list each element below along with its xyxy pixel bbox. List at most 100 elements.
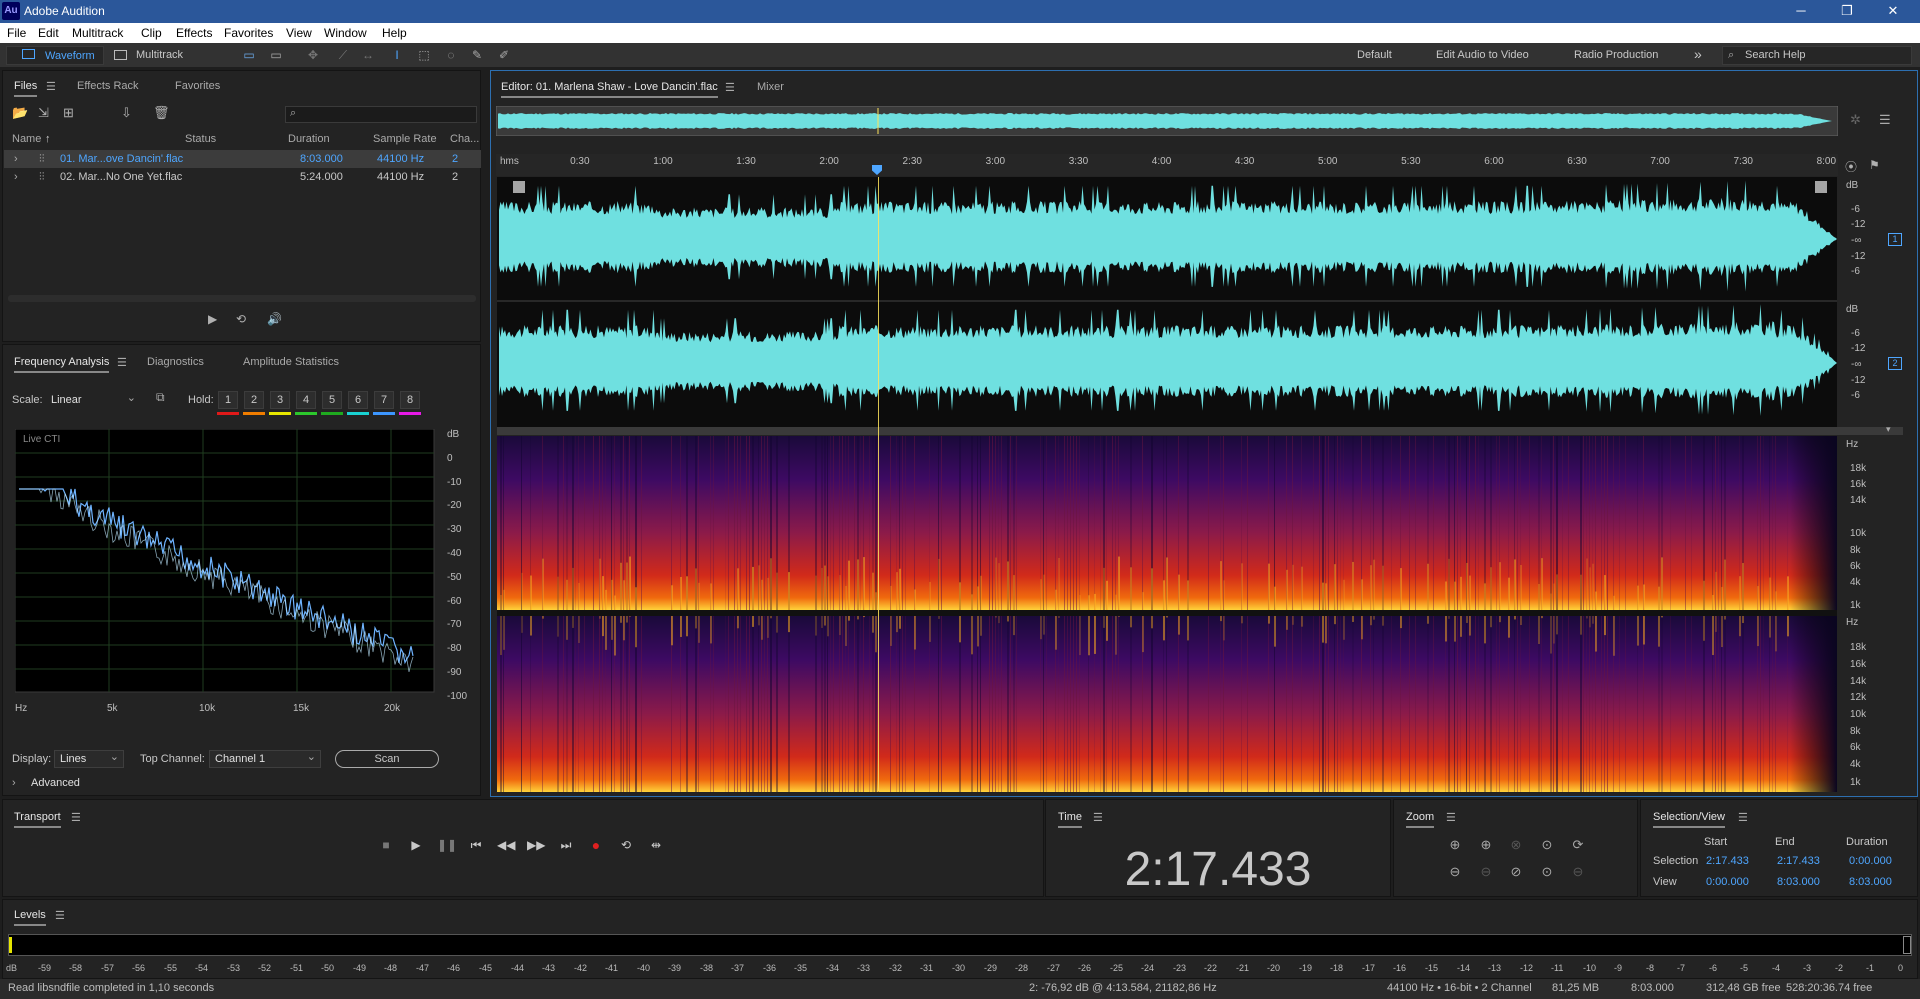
menu-clip[interactable]: Clip xyxy=(141,26,162,40)
multitrack-view-button[interactable]: Multitrack xyxy=(106,46,196,65)
zoom-menu-icon[interactable]: ☰ xyxy=(1446,811,1456,824)
selection-menu-icon[interactable]: ☰ xyxy=(1738,811,1748,824)
files-search-input[interactable]: ⌕ xyxy=(285,106,477,123)
zoom-in-amplitude-icon[interactable]: ⊕ xyxy=(1445,837,1465,855)
workspace-radio-production[interactable]: Radio Production xyxy=(1574,49,1658,61)
tab-editor[interactable]: Editor: 01. Marlena Shaw - Love Dancin'.… xyxy=(501,81,718,98)
razor-tool-icon[interactable]: ⟋ xyxy=(335,48,351,62)
hold-button-7[interactable]: 7 xyxy=(374,391,394,409)
snap-icon[interactable]: ⦿ xyxy=(1845,158,1857,175)
col-sample-rate[interactable]: Sample Rate xyxy=(373,133,437,145)
new-file-icon[interactable]: ⊞ xyxy=(63,105,74,121)
zoom-out-time-icon[interactable]: ⊖ xyxy=(1476,864,1496,882)
waveform-view-button[interactable]: Waveform xyxy=(6,46,104,65)
lasso-tool-icon[interactable]: ◌ xyxy=(443,48,459,62)
zoom-out-all-icon[interactable]: ⊖ xyxy=(1568,864,1588,882)
hold-button-8[interactable]: 8 xyxy=(400,391,420,409)
col-channels[interactable]: Cha... xyxy=(450,133,479,145)
workspace-default[interactable]: Default xyxy=(1357,49,1392,61)
delete-icon[interactable]: 🗑 xyxy=(153,105,170,121)
files-menu-icon[interactable]: ☰ xyxy=(46,80,56,93)
hold-button-5[interactable]: 5 xyxy=(322,391,342,409)
spectral-display[interactable] xyxy=(497,436,1837,792)
view-end[interactable]: 8:03.000 xyxy=(1777,876,1820,888)
zoom-to-selection-icon[interactable]: ⊗ xyxy=(1506,837,1526,855)
overview-menu-icon[interactable]: ☰ xyxy=(1879,112,1891,128)
levels-menu-icon[interactable]: ☰ xyxy=(55,909,65,922)
collapse-icon[interactable]: ▾ xyxy=(1886,424,1891,435)
zoom-in-left-icon[interactable]: ⊙ xyxy=(1537,837,1557,855)
tab-mixer[interactable]: Mixer xyxy=(757,81,784,93)
restore-icon[interactable]: ❐ xyxy=(1824,0,1870,23)
waveform-display[interactable] xyxy=(497,177,1837,427)
copy-graph-icon[interactable]: ⧉ xyxy=(156,390,165,405)
view-start[interactable]: 0:00.000 xyxy=(1706,876,1749,888)
file-row[interactable]: › ⫶⫶ 02. Mar...No One Yet.flac 5:24.000 … xyxy=(4,168,481,186)
close-icon[interactable]: ✕ xyxy=(1870,0,1916,23)
tab-files[interactable]: Files xyxy=(14,80,38,97)
tab-diagnostics[interactable]: Diagnostics xyxy=(147,356,204,368)
loop-playback-icon[interactable]: ⟲ xyxy=(617,837,635,853)
hold-button-6[interactable]: 6 xyxy=(348,391,368,409)
rewind-icon[interactable]: ◀◀ xyxy=(497,837,515,853)
selection-duration[interactable]: 0:00.000 xyxy=(1849,855,1892,867)
move-tool-icon[interactable]: ✥ xyxy=(305,48,321,62)
time-selection-tool-icon[interactable]: I xyxy=(389,48,405,62)
hold-button-2[interactable]: 2 xyxy=(244,391,264,409)
channel-1-toggle[interactable]: 1 xyxy=(1888,233,1902,246)
selection-start[interactable]: 2:17.433 xyxy=(1706,855,1749,867)
spot-healing-tool-icon[interactable]: ✐ xyxy=(496,48,512,62)
import-file-icon[interactable]: ⇲ xyxy=(38,105,49,121)
autoplay-icon[interactable]: 🔊 xyxy=(267,312,282,326)
zoom-out-full-time-icon[interactable]: ⊘ xyxy=(1506,864,1526,882)
expand-icon[interactable]: › xyxy=(14,150,18,168)
playhead-line[interactable] xyxy=(878,177,879,791)
channel-2-toggle[interactable]: 2 xyxy=(1888,357,1902,370)
file-row[interactable]: › ⫶⫶ 01. Mar...ove Dancin'.flac 8:03.000… xyxy=(4,150,481,168)
transport-menu-icon[interactable]: ☰ xyxy=(71,811,81,824)
search-help-input[interactable]: ⌕ Search Help xyxy=(1722,46,1912,65)
play-preview-icon[interactable]: ▶ xyxy=(208,312,217,326)
stop-icon[interactable]: ■ xyxy=(377,837,395,853)
pitch-display-icon[interactable]: ▭ xyxy=(268,48,284,62)
tab-amplitude-statistics[interactable]: Amplitude Statistics xyxy=(243,356,339,368)
loop-preview-icon[interactable]: ⟲ xyxy=(236,312,246,326)
col-duration[interactable]: Duration xyxy=(288,133,330,145)
time-menu-icon[interactable]: ☰ xyxy=(1093,811,1103,824)
insert-into-multitrack-icon[interactable]: ⇩ xyxy=(121,105,132,121)
menu-favorites[interactable]: Favorites xyxy=(224,26,273,40)
horizontal-scrollbar[interactable] xyxy=(8,295,476,302)
zoom-in-time-icon[interactable]: ⊕ xyxy=(1476,837,1496,855)
menu-view[interactable]: View xyxy=(286,26,312,40)
col-name[interactable]: Name xyxy=(12,133,41,145)
menu-window[interactable]: Window xyxy=(324,26,367,40)
more-workspaces-icon[interactable]: » xyxy=(1694,46,1702,62)
clip-indicator[interactable] xyxy=(1903,936,1911,954)
menu-file[interactable]: File xyxy=(7,26,26,40)
hold-button-4[interactable]: 4 xyxy=(296,391,316,409)
top-channel-dropdown[interactable]: Channel 1 xyxy=(209,749,321,768)
selection-end[interactable]: 2:17.433 xyxy=(1777,855,1820,867)
menu-effects[interactable]: Effects xyxy=(176,26,212,40)
track-toggle-icon[interactable] xyxy=(513,181,525,193)
marquee-tool-icon[interactable]: ⬚ xyxy=(416,48,432,62)
hold-button-3[interactable]: 3 xyxy=(270,391,290,409)
workspace-edit-audio-to-video[interactable]: Edit Audio to Video xyxy=(1436,49,1529,61)
zoom-reset-icon[interactable]: ⟳ xyxy=(1568,837,1588,855)
open-file-icon[interactable]: 📂 xyxy=(12,105,28,121)
advanced-expand-icon[interactable]: › xyxy=(12,777,16,789)
expand-icon[interactable]: › xyxy=(14,168,18,186)
brush-tool-icon[interactable]: ✎ xyxy=(469,48,485,62)
display-dropdown[interactable]: Lines xyxy=(54,749,124,768)
minimize-icon[interactable]: ─ xyxy=(1778,0,1824,23)
spectral-display-icon[interactable]: ▭ xyxy=(241,48,257,62)
tab-frequency-analysis[interactable]: Frequency Analysis xyxy=(14,356,110,373)
record-icon[interactable]: ● xyxy=(587,837,605,853)
col-status[interactable]: Status xyxy=(185,133,216,145)
advanced-label[interactable]: Advanced xyxy=(31,777,80,789)
overview-waveform[interactable] xyxy=(496,106,1838,136)
spectral-divider[interactable] xyxy=(497,427,1903,435)
scale-dropdown[interactable]: Linear xyxy=(46,390,140,410)
slip-tool-icon[interactable]: ↔ xyxy=(360,48,376,62)
analysis-menu-icon[interactable]: ☰ xyxy=(117,356,127,369)
